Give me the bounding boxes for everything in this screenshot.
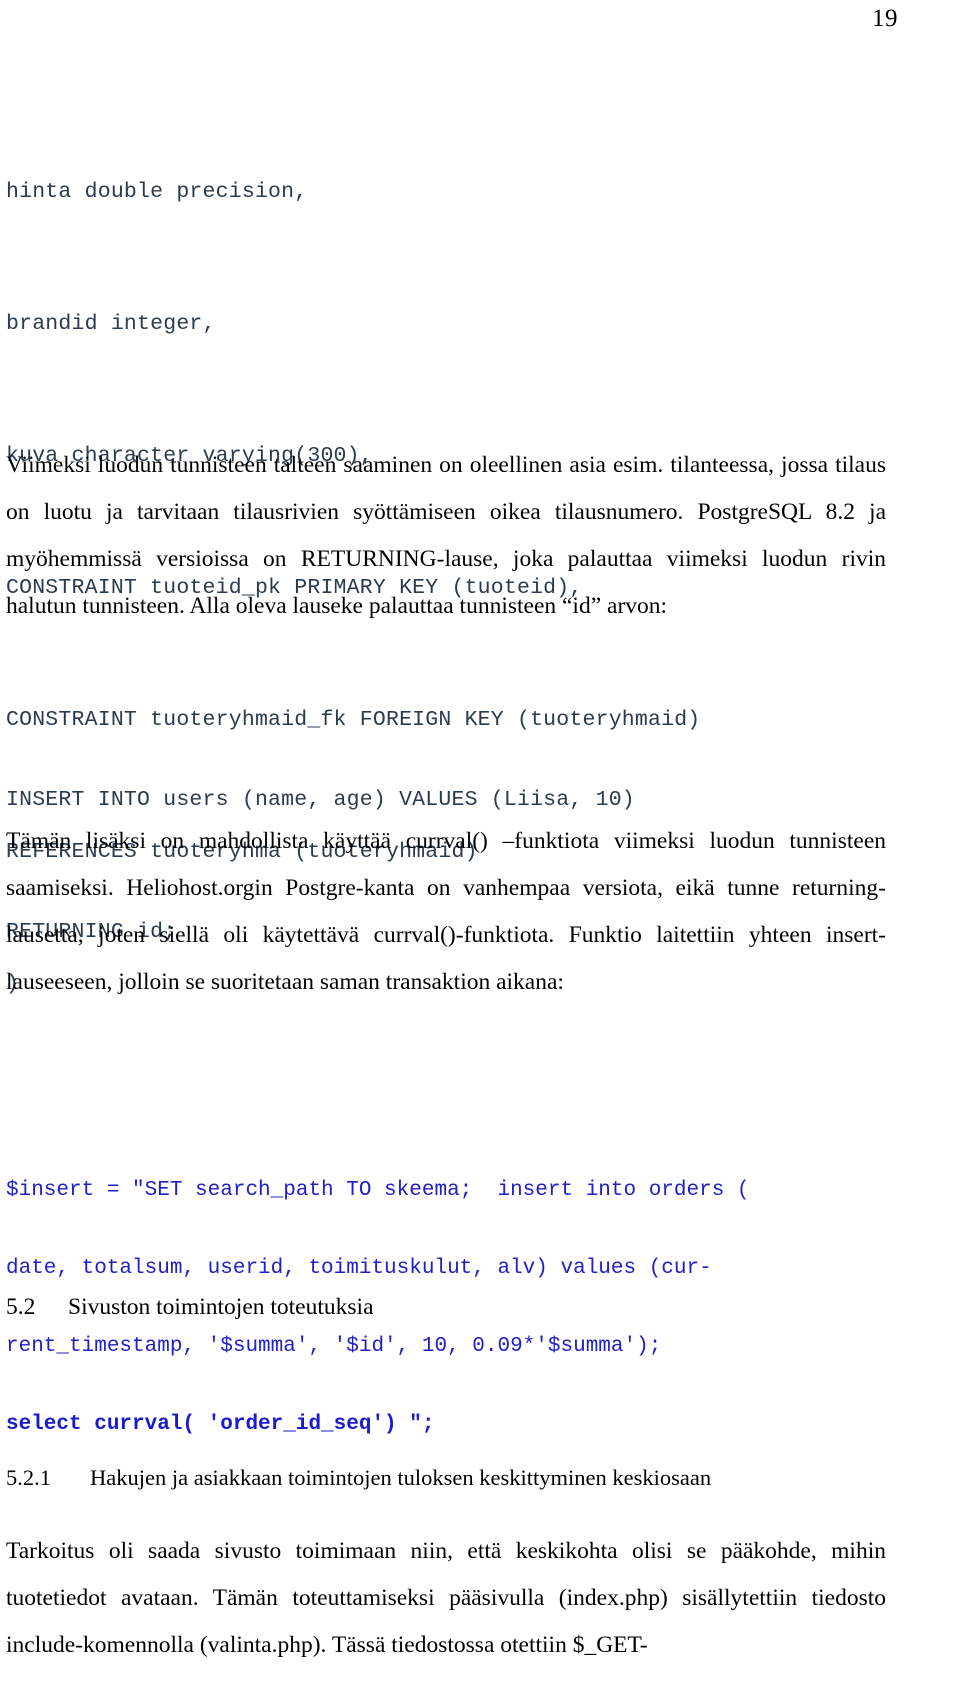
section-heading-5-2-1: 5.2.1 Hakujen ja asiakkaan toimintojen t… <box>6 1462 906 1494</box>
body-paragraph-1: Viimeksi luodun tunnisteen talteen saami… <box>6 452 886 619</box>
section-number: 5.2 <box>6 1294 36 1320</box>
code-line: date, totalsum, userid, toimituskulut, a… <box>6 1257 712 1280</box>
section-title: Sivuston toimintojen toteutuksia <box>68 1294 374 1320</box>
body-paragraph-2: Tämän lisäksi on mahdollista käyttää cur… <box>6 828 886 995</box>
code-line-bold: select currval( 'order_id_seq') "; <box>6 1413 435 1436</box>
subsection-number: 5.2.1 <box>6 1465 51 1490</box>
code-line: $insert = "SET search_path TO skeema; in… <box>6 1179 750 1202</box>
code-line: INSERT INTO users (name, age) VALUES (Li… <box>6 788 635 812</box>
subsection-title: Hakujen ja asiakkaan toimintojen tulokse… <box>90 1465 712 1490</box>
body-paragraph-3: Tarkoitus oli saada sivusto toimimaan ni… <box>6 1538 886 1658</box>
document-page: 19 hinta double precision, brandid integ… <box>0 0 960 1697</box>
section-heading-5-2: 5.2 Sivuston toimintojen toteutuksia <box>6 1290 886 1324</box>
code-line: brandid integer, <box>6 312 216 336</box>
page-number: 19 <box>872 5 898 32</box>
code-line: rent_timestamp, '$summa', '$id', 10, 0.0… <box>6 1335 662 1358</box>
code-line: hinta double precision, <box>6 180 308 204</box>
